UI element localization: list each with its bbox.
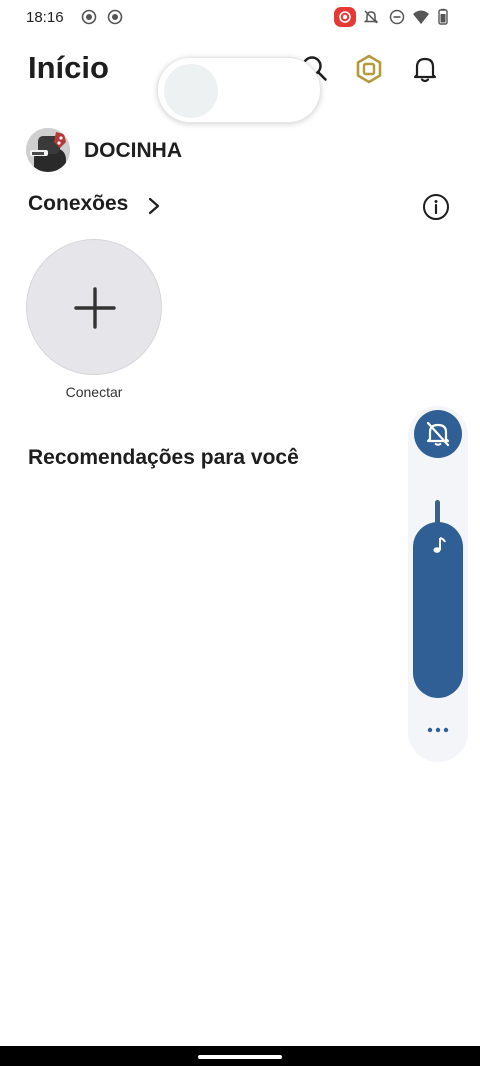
screen-record-icon — [334, 7, 356, 27]
volume-slider[interactable] — [413, 522, 463, 698]
pill-knob[interactable] — [164, 64, 218, 118]
battery-icon — [438, 8, 448, 25]
music-note-icon — [433, 537, 446, 553]
info-icon[interactable] — [422, 193, 450, 221]
username[interactable]: DOCINHA — [84, 139, 182, 163]
record-icon — [81, 9, 97, 25]
robux-icon[interactable] — [354, 54, 384, 84]
wifi-icon — [413, 10, 429, 24]
notifications-off-icon — [426, 421, 450, 447]
notifications-off-button[interactable] — [414, 410, 462, 458]
bell-icon[interactable] — [410, 54, 440, 84]
status-time: 18:16 — [26, 9, 64, 26]
connect-label: Conectar — [65, 384, 123, 400]
dnd-icon — [389, 9, 405, 25]
more-icon[interactable] — [426, 722, 450, 738]
navigation-bar — [0, 1046, 480, 1066]
home-indicator[interactable] — [198, 1055, 282, 1059]
avatar[interactable] — [26, 128, 70, 172]
page-title: Início — [28, 50, 109, 85]
floating-toggle-pill[interactable] — [157, 57, 321, 123]
avatar-image — [26, 128, 70, 172]
recommendations-title: Recomendações para você — [28, 446, 299, 469]
plus-icon — [74, 287, 116, 329]
profile-row[interactable]: DOCINHA — [26, 128, 326, 172]
volume-panel — [408, 406, 468, 762]
connect-button[interactable] — [26, 239, 162, 375]
mute-icon — [363, 10, 379, 24]
status-bar: 18:16 — [0, 0, 480, 36]
record-icon — [107, 9, 123, 25]
chevron-right-icon[interactable] — [146, 196, 162, 216]
connections-title[interactable]: Conexões — [28, 192, 128, 216]
